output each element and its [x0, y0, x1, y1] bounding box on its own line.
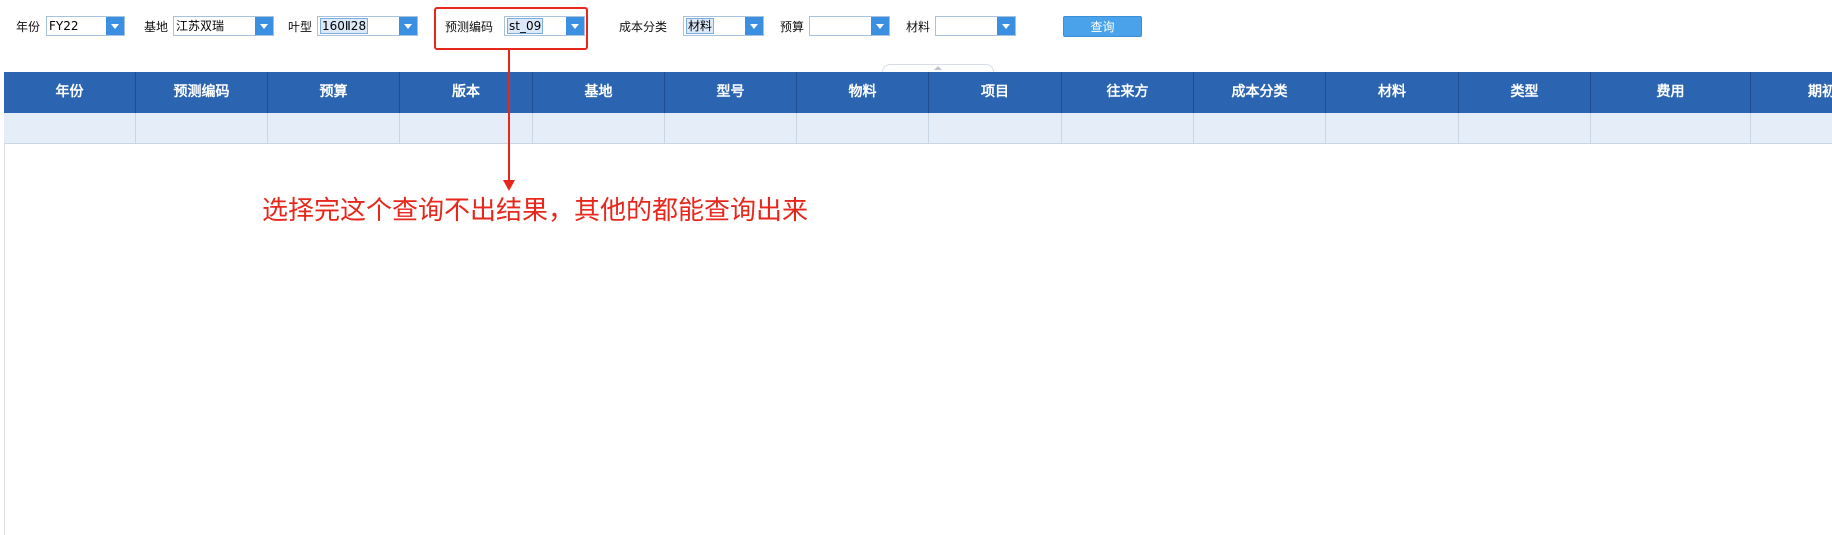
annotation-text: 选择完这个查询不出结果，其他的都能查询出来 [262, 196, 809, 226]
annotation-arrow [503, 50, 515, 191]
